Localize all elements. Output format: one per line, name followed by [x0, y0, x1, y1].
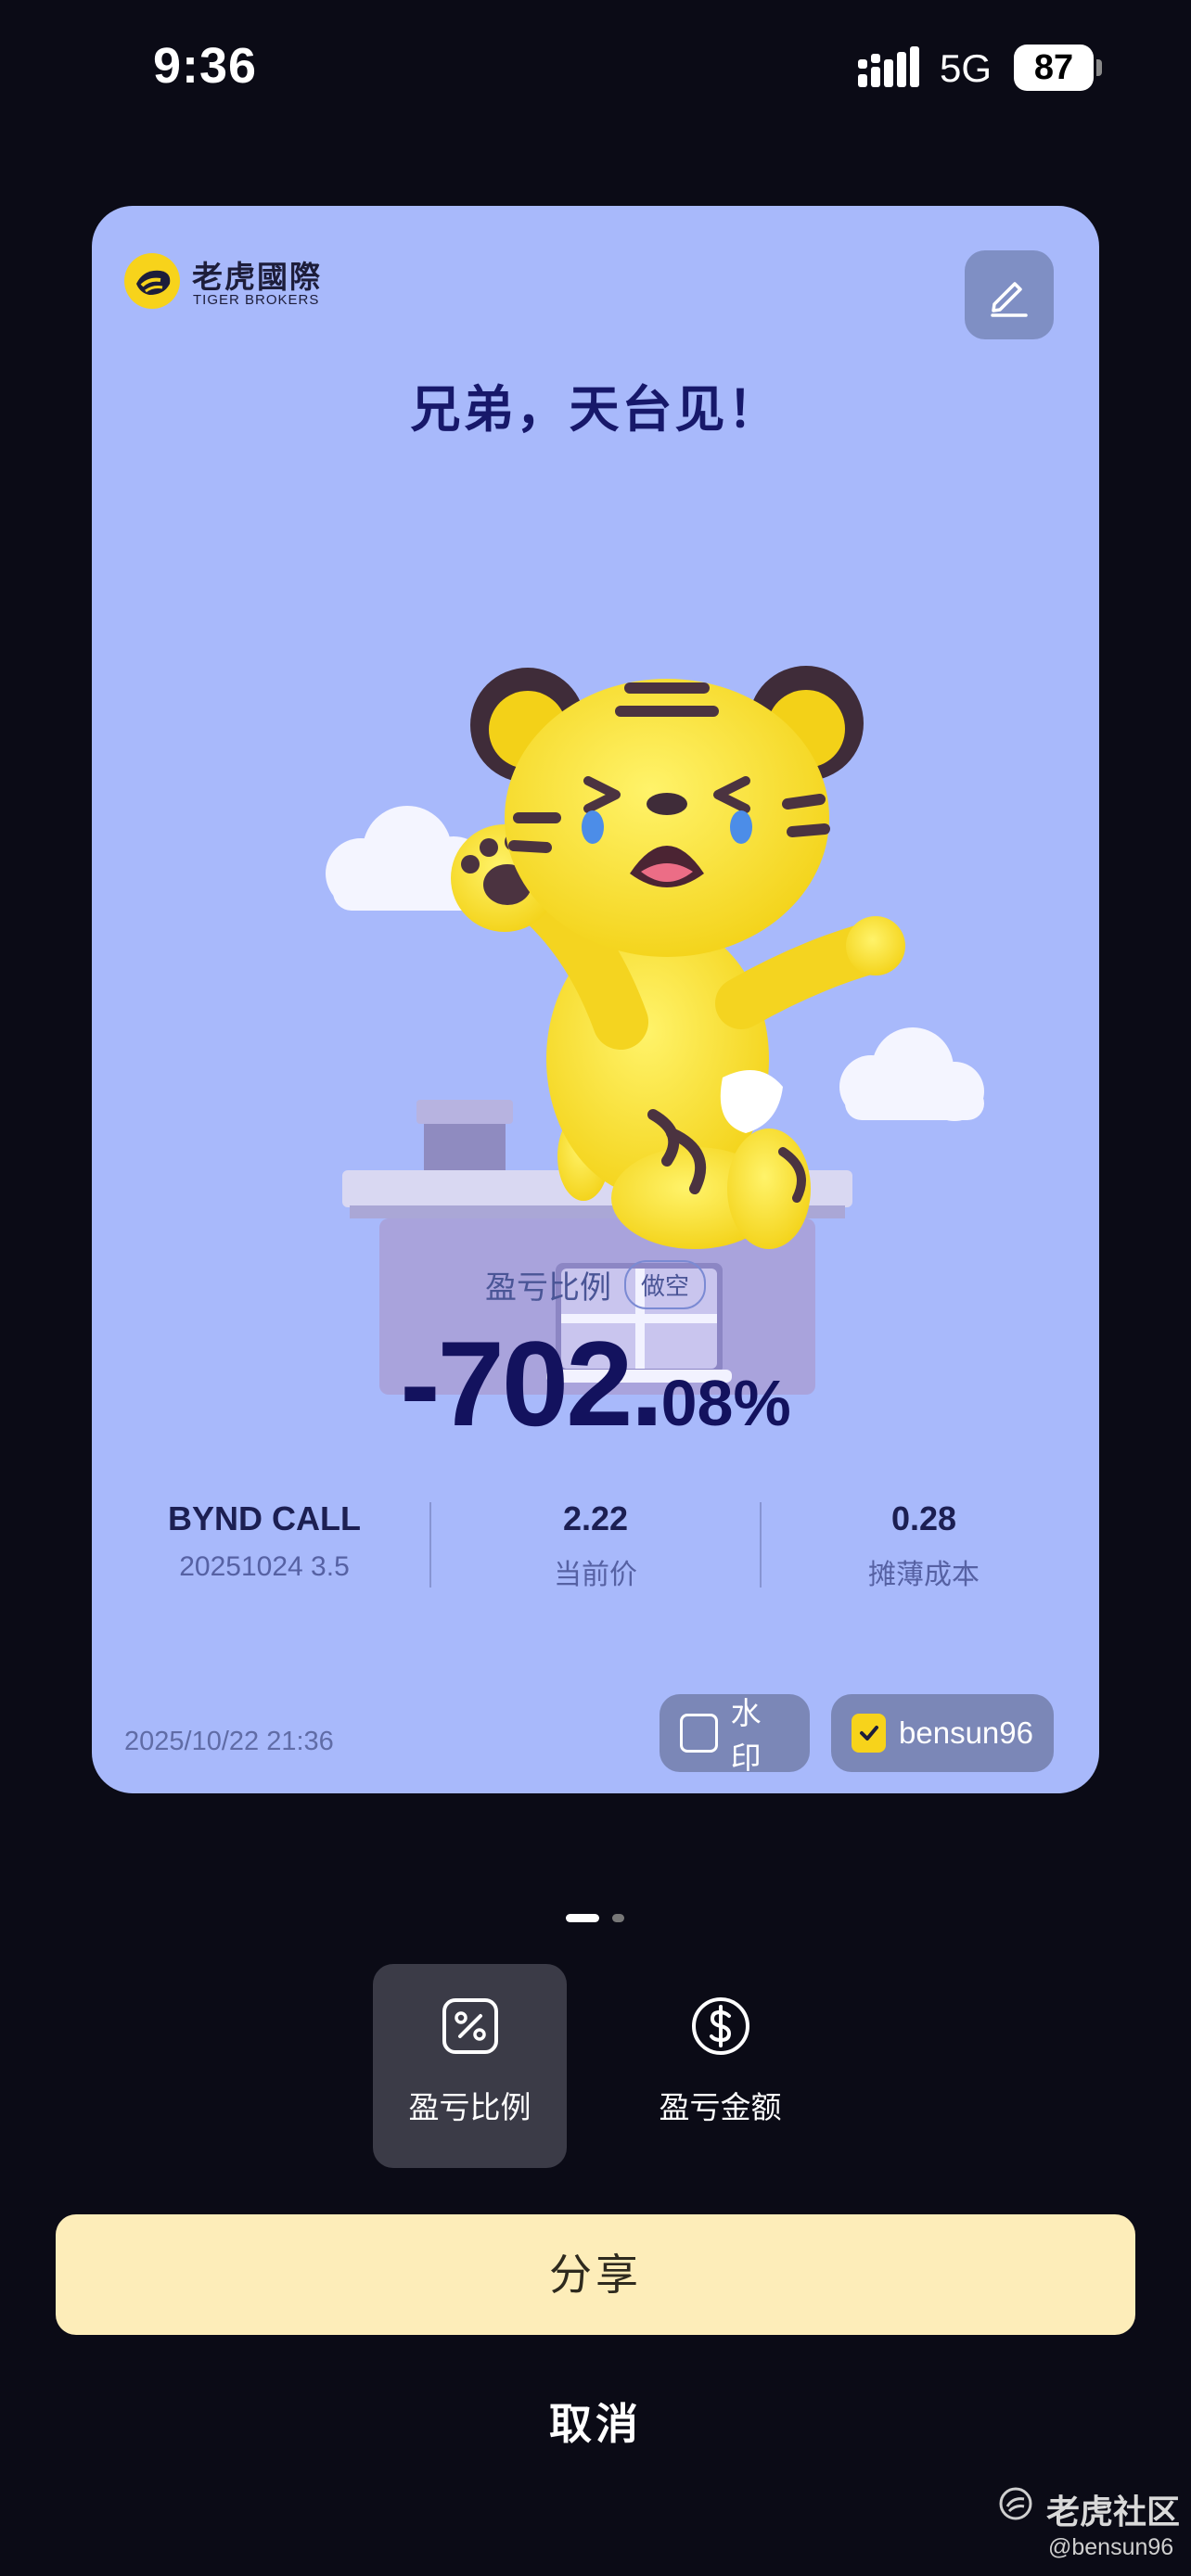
stat-divider [760, 1502, 762, 1588]
pl-label: 盈亏比例 做空 [92, 1260, 1099, 1309]
stat-cost-label: 摊薄成本 [868, 1560, 980, 1590]
tiger-logo-icon [124, 253, 180, 309]
logo-text-cn: 老虎國際 [192, 260, 322, 294]
stat-current-price-label: 当前价 [554, 1560, 637, 1590]
cloud-right [839, 1027, 984, 1121]
tab-pl-ratio-label: 盈亏比例 [408, 2090, 531, 2124]
pencil-icon [991, 282, 1028, 317]
tab-pl-amount-label: 盈亏金额 [659, 2090, 782, 2124]
stat-current-price-value: 2.22 [562, 1499, 629, 1537]
logo-text-en: TIGER BROKERS [193, 292, 320, 308]
watermark-toggle[interactable]: 水印 [660, 1694, 810, 1775]
pager-dot-active [566, 1914, 599, 1922]
share-card: 老虎國際 TIGER BROKERS 兄弟，天台见！ 盈亏比例 做空 -702.… [92, 206, 1099, 1793]
status-time: 9:36 [153, 38, 258, 94]
stat-current-price: 2.22 当前价 [438, 1499, 753, 1592]
pl-value-main: -702. [400, 1316, 663, 1451]
stat-contract-name: BYND CALL [168, 1499, 361, 1537]
username-toggle[interactable]: bensun96 [831, 1694, 1054, 1772]
username-toggle-label: bensun96 [899, 1715, 1033, 1750]
signal-icon [858, 46, 919, 87]
percent-icon [442, 1998, 498, 2054]
pl-label-text: 盈亏比例 [484, 1270, 611, 1306]
watermark-toggle-label: 水印 [730, 1696, 762, 1775]
stat-contract: BYND CALL 20251024 3.5 [107, 1499, 422, 1583]
community-watermark: 老虎社区 [1046, 2493, 1181, 2531]
pager-dot [612, 1914, 624, 1922]
card-date: 2025/10/22 21:36 [124, 1727, 334, 1756]
checkbox-checked-icon [852, 1714, 887, 1753]
stat-cost-value: 0.28 [890, 1499, 957, 1537]
edit-button[interactable] [965, 250, 1054, 339]
tab-pl-amount[interactable]: 盈亏金额 [623, 1964, 817, 2168]
battery-icon: 87 [1014, 45, 1094, 91]
community-username: @bensun96 [1048, 2534, 1174, 2560]
pl-value-sub: 08% [660, 1367, 791, 1439]
stat-contract-detail: 20251024 3.5 [179, 1551, 350, 1582]
community-logo-icon [999, 2487, 1032, 2520]
position-badge: 做空 [623, 1260, 706, 1309]
checkbox-unchecked-icon [680, 1714, 718, 1753]
cancel-button[interactable]: 取消 [0, 2391, 1191, 2452]
card-headline: 兄弟，天台见！ [410, 382, 781, 438]
stat-divider [429, 1502, 431, 1588]
battery-tip [1096, 59, 1102, 76]
share-button[interactable]: 分享 [56, 2214, 1135, 2335]
tab-pl-ratio[interactable]: 盈亏比例 [373, 1964, 567, 2168]
tiger [451, 666, 905, 1249]
dollar-icon [691, 1997, 749, 2055]
pl-value: -702.08% [92, 1314, 1099, 1453]
stat-cost: 0.28 摊薄成本 [766, 1499, 1082, 1592]
network-type: 5G [940, 46, 992, 90]
